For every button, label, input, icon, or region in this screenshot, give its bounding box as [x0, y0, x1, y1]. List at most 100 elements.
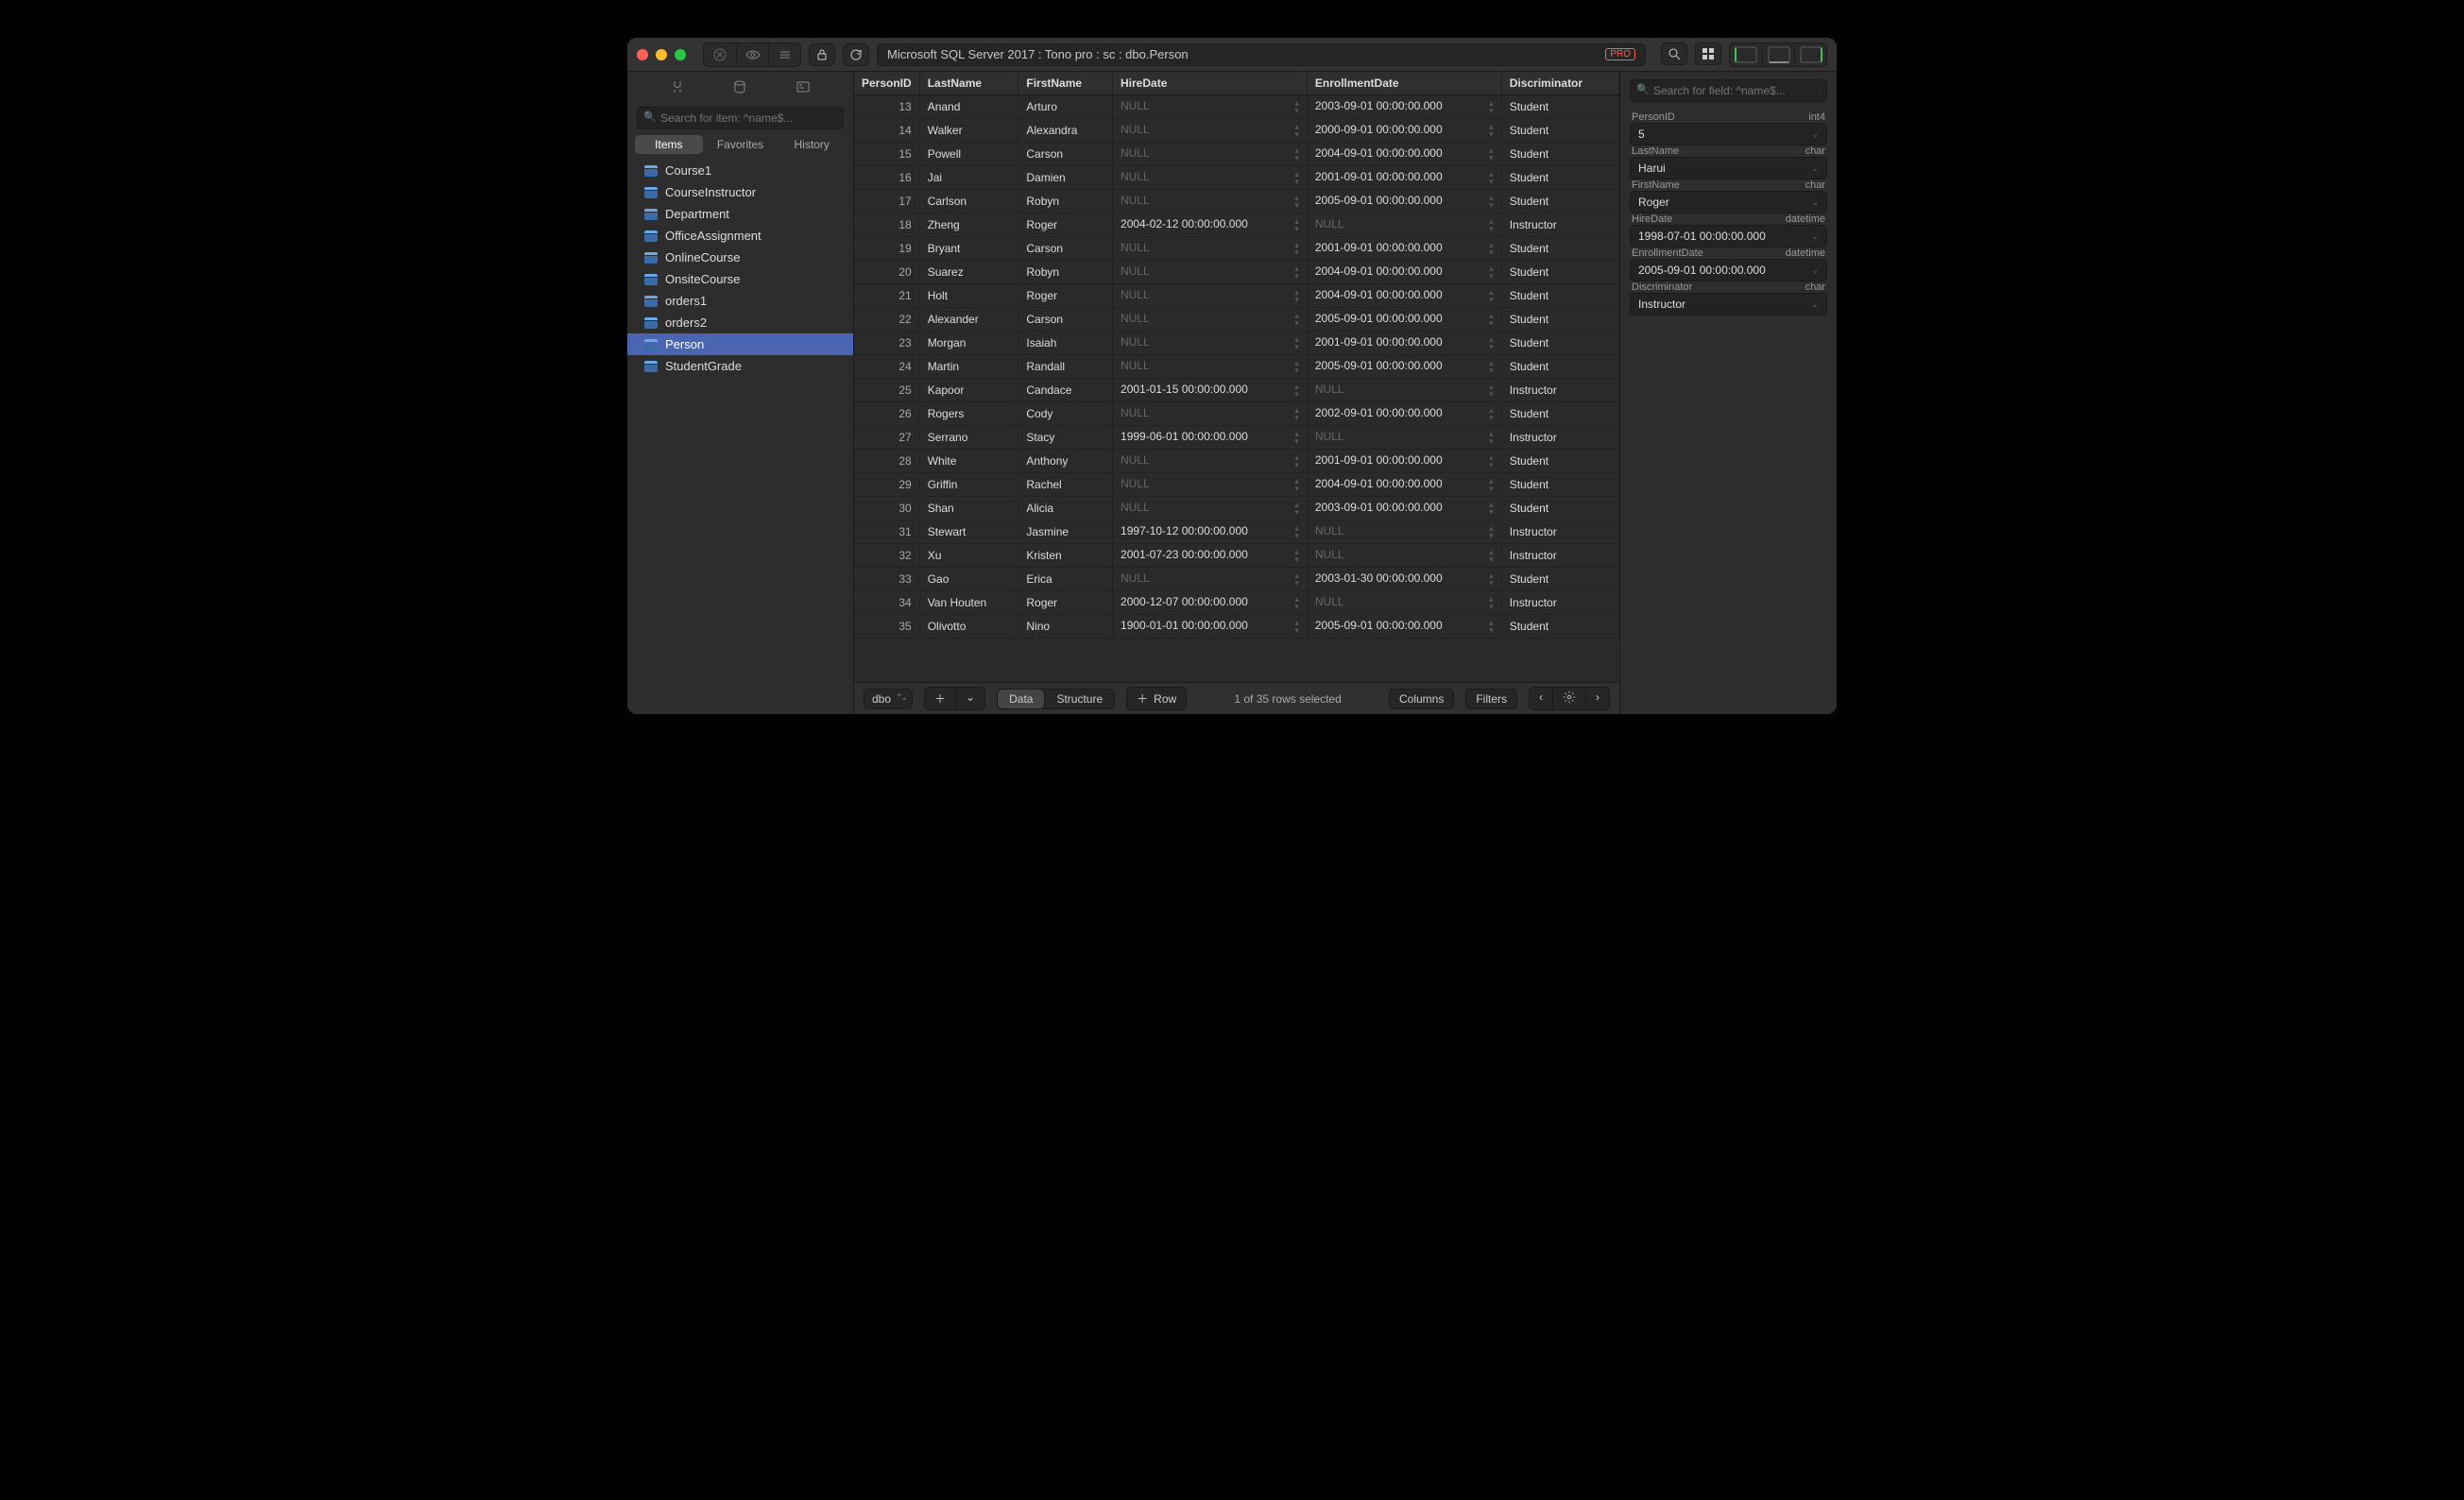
cell-enrollmentdate[interactable]: 2001-09-01 00:00:00.000▴▾: [1307, 166, 1501, 190]
refresh-button[interactable]: [843, 43, 869, 66]
lock-button[interactable]: [809, 43, 835, 66]
cell-discriminator[interactable]: Student: [1501, 95, 1618, 119]
column-header-enrollmentdate[interactable]: EnrollmentDate: [1307, 72, 1501, 95]
cell-enrollmentdate[interactable]: 2001-09-01 00:00:00.000▴▾: [1307, 237, 1501, 261]
cell-firstname[interactable]: Kristen: [1018, 544, 1113, 568]
cell-personid[interactable]: 25: [854, 379, 919, 402]
column-header-personid[interactable]: PersonID: [854, 72, 919, 95]
stepper-icon[interactable]: ▴▾: [1489, 241, 1494, 256]
cell-hiredate[interactable]: NULL▴▾: [1113, 119, 1308, 143]
cell-discriminator[interactable]: Student: [1501, 166, 1618, 190]
cell-lastname[interactable]: Shan: [919, 497, 1018, 520]
cell-discriminator[interactable]: Student: [1501, 355, 1618, 379]
field-value-personid[interactable]: 5⌄: [1630, 123, 1827, 145]
filters-button[interactable]: Filters: [1465, 689, 1517, 709]
table-row[interactable]: 18ZhengRoger2004-02-12 00:00:00.000▴▾NUL…: [854, 213, 1619, 237]
cell-lastname[interactable]: Powell: [919, 143, 1018, 166]
cell-firstname[interactable]: Carson: [1018, 308, 1113, 332]
cell-discriminator[interactable]: Instructor: [1501, 213, 1618, 237]
cell-personid[interactable]: 15: [854, 143, 919, 166]
cell-firstname[interactable]: Roger: [1018, 213, 1113, 237]
cell-discriminator[interactable]: Instructor: [1501, 379, 1618, 402]
cell-firstname[interactable]: Carson: [1018, 143, 1113, 166]
cell-discriminator[interactable]: Student: [1501, 308, 1618, 332]
cell-lastname[interactable]: Zheng: [919, 213, 1018, 237]
stepper-icon[interactable]: ▴▾: [1294, 548, 1299, 563]
cell-firstname[interactable]: Roger: [1018, 284, 1113, 308]
table-row[interactable]: 27SerranoStacy1999-06-01 00:00:00.000▴▾N…: [854, 426, 1619, 450]
cell-lastname[interactable]: Carlson: [919, 190, 1018, 213]
cell-discriminator[interactable]: Student: [1501, 450, 1618, 473]
field-value-enrollmentdate[interactable]: 2005-09-01 00:00:00.000⌄: [1630, 259, 1827, 281]
add-button[interactable]: ＋: [925, 688, 955, 709]
stepper-icon[interactable]: ▴▾: [1489, 99, 1494, 114]
cell-enrollmentdate[interactable]: 2004-09-01 00:00:00.000▴▾: [1307, 261, 1501, 284]
minimize-window-button[interactable]: [656, 49, 667, 60]
search-toolbar-button[interactable]: [1661, 43, 1687, 65]
data-tab[interactable]: Data: [998, 690, 1044, 708]
cell-personid[interactable]: 31: [854, 520, 919, 544]
stepper-icon[interactable]: ▴▾: [1294, 524, 1299, 539]
cell-lastname[interactable]: Anand: [919, 95, 1018, 119]
cell-lastname[interactable]: Van Houten: [919, 591, 1018, 615]
stepper-icon[interactable]: ▴▾: [1294, 123, 1299, 138]
cell-firstname[interactable]: Cody: [1018, 402, 1113, 426]
cell-enrollmentdate[interactable]: 2004-09-01 00:00:00.000▴▾: [1307, 473, 1501, 497]
stepper-icon[interactable]: ▴▾: [1294, 170, 1299, 185]
cell-hiredate[interactable]: NULL▴▾: [1113, 261, 1308, 284]
right-panel-toggle[interactable]: [1794, 43, 1826, 66]
stepper-icon[interactable]: ▴▾: [1489, 548, 1494, 563]
cell-hiredate[interactable]: NULL▴▾: [1113, 355, 1308, 379]
tab-history[interactable]: History: [778, 135, 846, 154]
cell-enrollmentdate[interactable]: 2001-09-01 00:00:00.000▴▾: [1307, 332, 1501, 355]
stepper-icon[interactable]: ▴▾: [1294, 406, 1299, 421]
field-value-discriminator[interactable]: Instructor⌄: [1630, 293, 1827, 315]
stepper-icon[interactable]: ▴▾: [1489, 359, 1494, 374]
cell-personid[interactable]: 18: [854, 213, 919, 237]
cell-hiredate[interactable]: NULL▴▾: [1113, 166, 1308, 190]
commit-button[interactable]: [768, 43, 800, 66]
cell-personid[interactable]: 30: [854, 497, 919, 520]
bottom-panel-toggle[interactable]: [1762, 43, 1794, 66]
columns-button[interactable]: Columns: [1389, 689, 1454, 709]
cell-discriminator[interactable]: Student: [1501, 473, 1618, 497]
table-row[interactable]: 33GaoEricaNULL▴▾2003-01-30 00:00:00.000▴…: [854, 568, 1619, 591]
tab-items[interactable]: Items: [635, 135, 703, 154]
prev-page-button[interactable]: ‹: [1530, 688, 1552, 709]
stepper-icon[interactable]: ▴▾: [1489, 619, 1494, 634]
cell-lastname[interactable]: Morgan: [919, 332, 1018, 355]
sidebar-item-studentgrade[interactable]: StudentGrade: [627, 355, 853, 377]
schema-select[interactable]: dbo: [864, 689, 913, 709]
cell-personid[interactable]: 19: [854, 237, 919, 261]
grid-mode-button[interactable]: [1695, 43, 1721, 65]
stepper-icon[interactable]: ▴▾: [1489, 595, 1494, 610]
cell-personid[interactable]: 13: [854, 95, 919, 119]
tab-favorites[interactable]: Favorites: [707, 135, 775, 154]
cell-enrollmentdate[interactable]: 2002-09-01 00:00:00.000▴▾: [1307, 402, 1501, 426]
cell-discriminator[interactable]: Instructor: [1501, 426, 1618, 450]
cell-hiredate[interactable]: NULL▴▾: [1113, 473, 1308, 497]
stepper-icon[interactable]: ▴▾: [1489, 406, 1494, 421]
table-row[interactable]: 28WhiteAnthonyNULL▴▾2001-09-01 00:00:00.…: [854, 450, 1619, 473]
cell-hiredate[interactable]: NULL▴▾: [1113, 450, 1308, 473]
connection-path[interactable]: Microsoft SQL Server 2017 : Tono pro : s…: [877, 43, 1646, 66]
table-row[interactable]: 20SuarezRobynNULL▴▾2004-09-01 00:00:00.0…: [854, 261, 1619, 284]
cell-lastname[interactable]: Xu: [919, 544, 1018, 568]
cell-lastname[interactable]: Bryant: [919, 237, 1018, 261]
cell-hiredate[interactable]: 1900-01-01 00:00:00.000▴▾: [1113, 615, 1308, 639]
sql-icon[interactable]: [796, 79, 811, 97]
sidebar-item-orders1[interactable]: orders1: [627, 290, 853, 312]
cell-lastname[interactable]: Jai: [919, 166, 1018, 190]
cell-enrollmentdate[interactable]: NULL▴▾: [1307, 520, 1501, 544]
cell-hiredate[interactable]: NULL▴▾: [1113, 284, 1308, 308]
cell-enrollmentdate[interactable]: 2003-09-01 00:00:00.000▴▾: [1307, 497, 1501, 520]
cell-discriminator[interactable]: Student: [1501, 143, 1618, 166]
column-header-lastname[interactable]: LastName: [919, 72, 1018, 95]
cell-enrollmentdate[interactable]: 2000-09-01 00:00:00.000▴▾: [1307, 119, 1501, 143]
left-panel-toggle[interactable]: [1730, 43, 1762, 66]
field-value-firstname[interactable]: Roger⌄: [1630, 191, 1827, 213]
cell-enrollmentdate[interactable]: 2005-09-01 00:00:00.000▴▾: [1307, 308, 1501, 332]
cell-personid[interactable]: 21: [854, 284, 919, 308]
cell-discriminator[interactable]: Student: [1501, 119, 1618, 143]
cell-lastname[interactable]: Olivotto: [919, 615, 1018, 639]
